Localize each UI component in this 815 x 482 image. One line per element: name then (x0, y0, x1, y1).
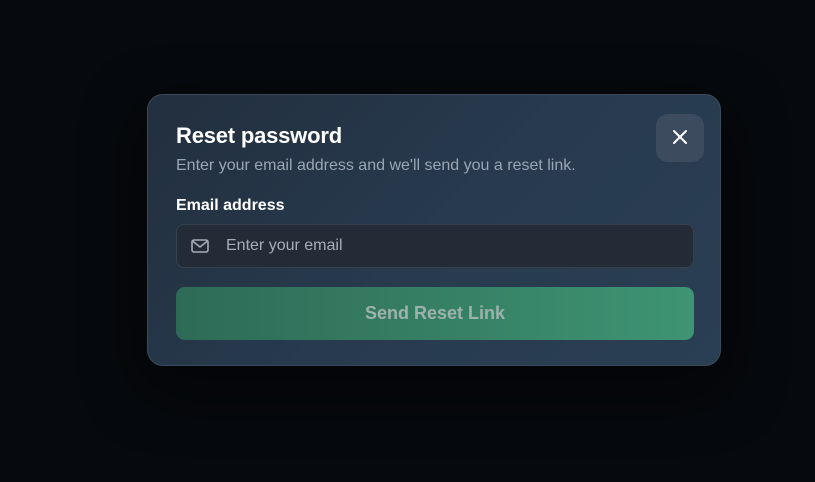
email-input[interactable] (223, 226, 693, 266)
email-field[interactable] (176, 224, 694, 268)
dialog-subtitle: Enter your email address and we'll send … (176, 157, 576, 174)
send-reset-link-button[interactable]: Send Reset Link (176, 287, 694, 340)
reset-password-dialog: Reset password Enter your email address … (147, 94, 721, 366)
email-label: Email address (176, 197, 285, 214)
dialog-title: Reset password (176, 123, 342, 148)
close-icon (672, 129, 688, 148)
mail-icon (177, 224, 223, 268)
close-button[interactable] (656, 114, 704, 162)
